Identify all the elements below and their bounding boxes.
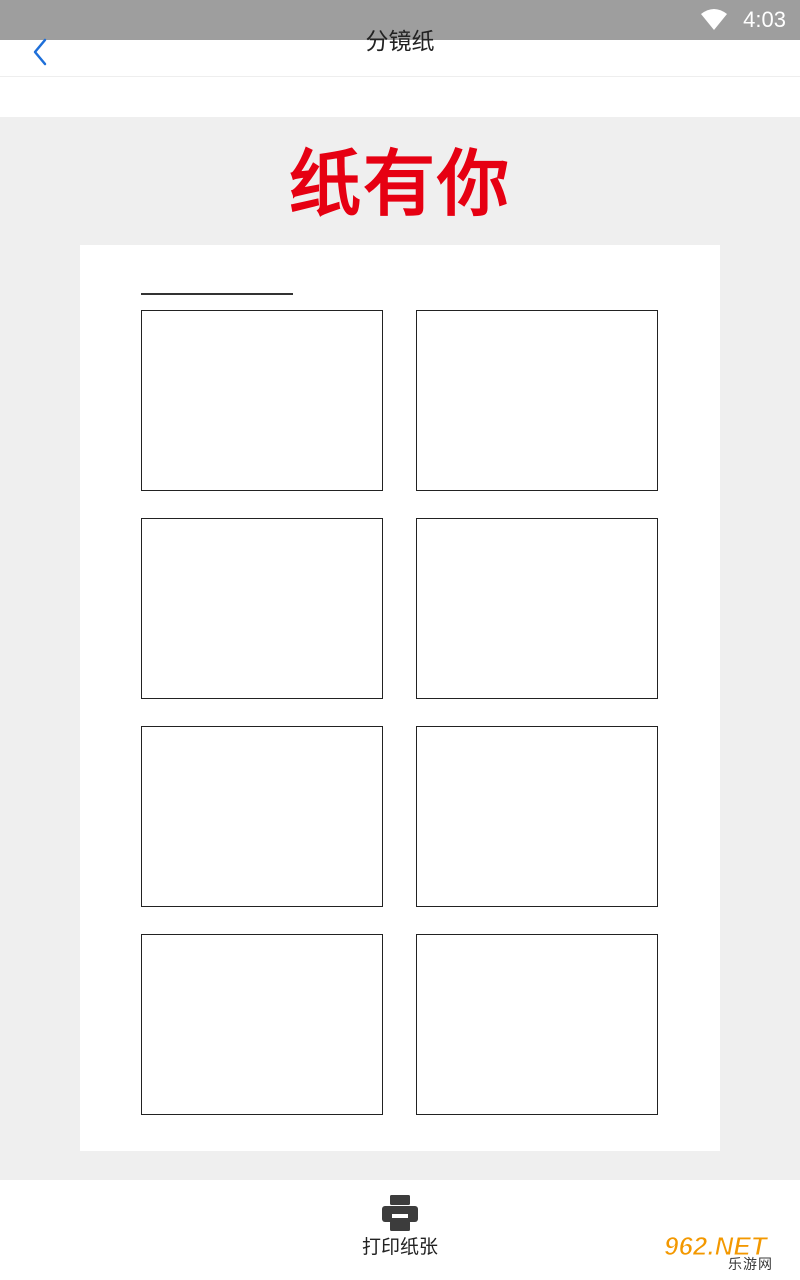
watermark-sub-text: 乐游网 [728,1257,773,1273]
bottom-action-bar: 打印纸张 962.NET 乐游网 [0,1180,800,1280]
brand-title: 纸有你 [288,142,511,226]
storyboard-panel [141,726,383,907]
storyboard-panel [141,518,383,699]
page-title: 分镜纸 [365,29,435,55]
storyboard-panel [416,518,658,699]
site-watermark: 962.NET 乐游网 [664,1232,794,1276]
storyboard-panel [416,726,658,907]
storyboard-paper-sheet [80,245,720,1151]
top-app-bar: 分镜纸 [0,29,800,77]
name-line [141,293,293,295]
printer-icon [382,1195,418,1231]
storyboard-panel [416,934,658,1115]
paper-preview-area: 纸有你 [0,117,800,1180]
storyboard-panel [141,934,383,1115]
storyboard-panel [416,310,658,491]
storyboard-panel [141,310,383,491]
print-paper-label: 打印纸张 [361,1236,438,1258]
print-paper-button[interactable]: 打印纸张 [340,1192,460,1264]
